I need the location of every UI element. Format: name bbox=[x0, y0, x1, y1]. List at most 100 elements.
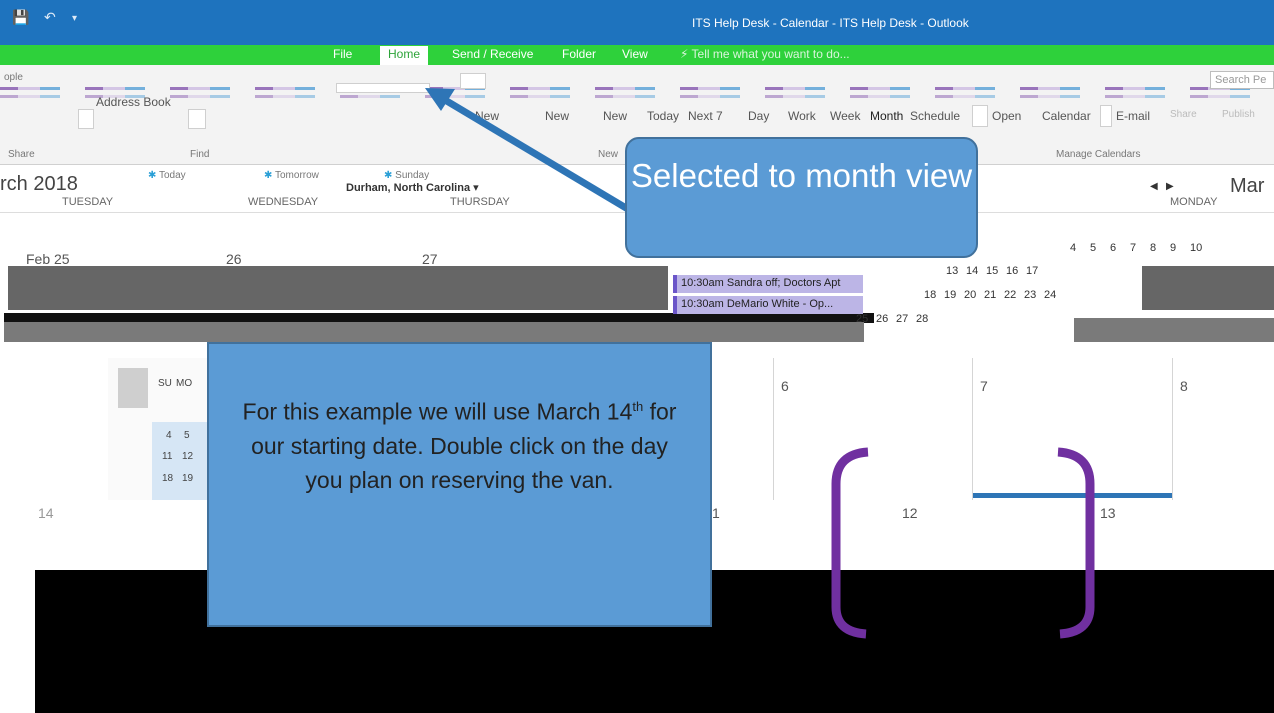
day-name-tuesday: TUESDAY bbox=[62, 196, 114, 208]
mini-cal-day[interactable]: 22 bbox=[1004, 289, 1016, 301]
mini-cal-day[interactable]: 4 bbox=[166, 430, 172, 441]
sun-icon: ✱ bbox=[384, 170, 396, 181]
mini-cal-day[interactable]: 24 bbox=[1044, 289, 1056, 301]
date-range-heading: rch 2018 bbox=[0, 173, 78, 195]
day-name-thursday: THURSDAY bbox=[450, 196, 510, 208]
new-appointment-button[interactable]: New bbox=[475, 109, 499, 123]
back-arrow-icon[interactable]: ◀ bbox=[1150, 181, 1158, 192]
day-name-wednesday: WEDNESDAY bbox=[248, 196, 319, 208]
mini-cal-day[interactable]: 19 bbox=[182, 473, 193, 484]
mini-calendar: 4 5 6 7 8 9 10 13 14 15 16 17 18 19 20 2… bbox=[856, 242, 1212, 350]
mini-cal-day[interactable]: 27 bbox=[896, 313, 908, 325]
today-indicator bbox=[973, 493, 1172, 498]
mini-cal-day[interactable]: 5 bbox=[184, 430, 190, 441]
publish-online-button[interactable]: Publish bbox=[1222, 109, 1255, 120]
day-cell-27[interactable]: 27 bbox=[422, 251, 438, 267]
day-cell-8[interactable]: 8 bbox=[1180, 378, 1188, 394]
calendar-nav: ◀ ▶ bbox=[1150, 181, 1174, 192]
new-group-label: New bbox=[598, 149, 619, 160]
forecast-today: ✱ Today bbox=[148, 170, 186, 181]
appointment-sandra-off[interactable]: 10:30am Sandra off; Doctors Apt bbox=[673, 275, 863, 293]
lightbulb-icon: ⚡ bbox=[680, 47, 692, 61]
mini-cal-header-mo: MO bbox=[176, 378, 193, 389]
sun-icon: ✱ bbox=[148, 170, 159, 181]
weather-location-dropdown[interactable]: Durham, North Carolina ▾ bbox=[346, 181, 479, 194]
save-icon[interactable]: 💾 bbox=[12, 9, 29, 26]
mini-cal-day[interactable]: 23 bbox=[1024, 289, 1036, 301]
mini-cal-day[interactable]: 15 bbox=[986, 265, 998, 277]
find-group-label: Find bbox=[190, 149, 210, 160]
mini-cal-day[interactable]: 25 bbox=[856, 313, 868, 325]
mini-cal-header-su: SU bbox=[158, 378, 172, 389]
share-group-label: Share bbox=[8, 149, 35, 160]
mini-cal-day[interactable]: 19 bbox=[944, 289, 956, 301]
title-bar: 💾 ↶ ▾ ITS Help Desk - Calendar - ITS Hel… bbox=[0, 0, 1274, 45]
forecast-tomorrow: ✱ Tomorrow bbox=[264, 170, 319, 181]
mini-cal-day[interactable]: 7 bbox=[1130, 242, 1136, 254]
mini-cal-day[interactable]: 4 bbox=[1070, 242, 1076, 254]
ribbon-partial-label: ople bbox=[4, 72, 23, 83]
mini-cal-day[interactable]: 21 bbox=[984, 289, 996, 301]
tab-send-receive[interactable]: Send / Receive bbox=[452, 47, 533, 61]
calendar-events-area bbox=[8, 266, 668, 310]
day-cell-feb25[interactable]: Feb 25 bbox=[26, 251, 70, 267]
mini-cal-day[interactable]: 6 bbox=[1110, 242, 1116, 254]
open-calendar-button[interactable]: Open bbox=[992, 109, 1021, 123]
appointment-demario-white[interactable]: 10:30am DeMario White - Op... bbox=[673, 296, 863, 314]
day-cell-11[interactable]: 1 bbox=[712, 505, 720, 521]
tab-folder[interactable]: Folder bbox=[562, 47, 596, 61]
tab-view[interactable]: View bbox=[622, 47, 648, 61]
mini-cal-day[interactable]: 17 bbox=[1026, 265, 1038, 277]
new-items-button[interactable]: New bbox=[603, 109, 627, 123]
mini-cal-day[interactable]: 8 bbox=[1150, 242, 1156, 254]
mini-cal-day[interactable]: 14 bbox=[966, 265, 978, 277]
arrange-next7-button[interactable]: Next 7 bbox=[688, 109, 723, 123]
callout-instructions: For this example we will use March 14th … bbox=[207, 342, 712, 627]
mini-cal-day[interactable]: 28 bbox=[916, 313, 928, 325]
forward-arrow-icon[interactable]: ▶ bbox=[1166, 181, 1174, 192]
day-cell-6[interactable]: 6 bbox=[781, 378, 789, 394]
day-cell-13[interactable]: 13 bbox=[1100, 505, 1116, 521]
mini-cal-day[interactable]: 11 bbox=[162, 451, 172, 462]
arrange-schedule-button[interactable]: Schedule bbox=[910, 109, 960, 123]
tell-me-box[interactable]: ⚡ Tell me what you want to do... bbox=[680, 47, 850, 61]
mini-cal-day[interactable]: 20 bbox=[964, 289, 976, 301]
day-cell-26[interactable]: 26 bbox=[226, 251, 242, 267]
mini-cal-day[interactable]: 9 bbox=[1170, 242, 1176, 254]
ribbon-icon-box[interactable] bbox=[460, 73, 486, 89]
mini-cal-day[interactable]: 12 bbox=[182, 451, 193, 462]
window-title: ITS Help Desk - Calendar - ITS Help Desk… bbox=[692, 16, 969, 30]
arrange-week-button[interactable]: Week bbox=[830, 109, 860, 123]
mini-cal-day[interactable]: 10 bbox=[1190, 242, 1202, 254]
ribbon-view-box[interactable] bbox=[336, 83, 430, 93]
tab-home[interactable]: Home bbox=[380, 46, 429, 65]
mini-cal-day[interactable]: 5 bbox=[1090, 242, 1096, 254]
mini-cal-day[interactable]: 26 bbox=[876, 313, 888, 325]
day-cell-7[interactable]: 7 bbox=[980, 378, 988, 394]
mini-cal-day[interactable]: 16 bbox=[1006, 265, 1018, 277]
day-cell-12[interactable]: 12 bbox=[902, 505, 918, 521]
new-meeting-button[interactable]: New bbox=[545, 109, 569, 123]
sun-icon: ✱ bbox=[264, 170, 275, 181]
day-name-monday: MONDAY bbox=[1170, 196, 1218, 208]
arrange-today-button[interactable]: Today bbox=[647, 109, 679, 123]
arrange-workweek-button[interactable]: Work bbox=[788, 109, 816, 123]
mini-cal-day[interactable]: 13 bbox=[946, 265, 958, 277]
day-cell-14[interactable]: 14 bbox=[38, 505, 54, 521]
email-calendar-button[interactable]: E-mail bbox=[1116, 109, 1150, 123]
manage-calendars-label[interactable]: Manage Calendars bbox=[1056, 149, 1141, 160]
callout-selected-month-view: Selected to month view bbox=[625, 137, 978, 258]
chevron-down-icon: ▾ bbox=[473, 182, 479, 194]
address-book-button[interactable]: Address Book bbox=[96, 95, 171, 109]
share-calendar-button[interactable]: Share bbox=[1170, 109, 1197, 120]
tab-file[interactable]: File bbox=[333, 47, 352, 61]
mini-cal-day[interactable]: 18 bbox=[162, 473, 173, 484]
calendar-groups-button[interactable]: Calendar bbox=[1042, 109, 1091, 123]
search-people-input[interactable]: Search Pe bbox=[1210, 71, 1274, 89]
undo-icon[interactable]: ↶ bbox=[44, 9, 56, 26]
mini-cal-day[interactable]: 18 bbox=[924, 289, 936, 301]
navigation-mini-calendar: SU MO 4 5 11 12 18 19 bbox=[108, 358, 212, 500]
arrange-month-button[interactable]: Month bbox=[870, 109, 903, 123]
arrange-day-button[interactable]: Day bbox=[748, 109, 769, 123]
customize-icon[interactable]: ▾ bbox=[72, 13, 77, 24]
